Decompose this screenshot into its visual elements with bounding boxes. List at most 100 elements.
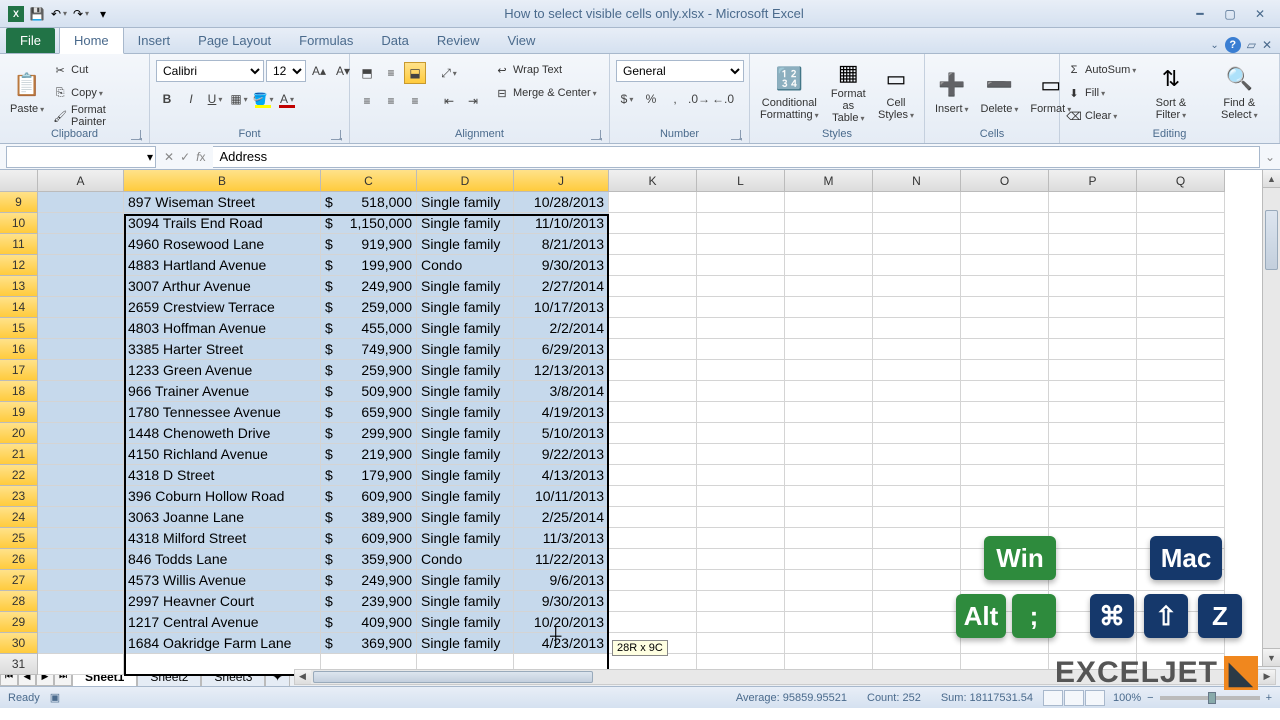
cell[interactable] xyxy=(38,276,124,297)
zoom-knob[interactable] xyxy=(1208,692,1216,704)
save-button[interactable]: 💾 xyxy=(28,5,46,23)
cell[interactable] xyxy=(785,570,873,591)
cell[interactable] xyxy=(697,255,785,276)
row-header-14[interactable]: 14 xyxy=(0,297,38,318)
cell[interactable] xyxy=(609,276,697,297)
row-header-30[interactable]: 30 xyxy=(0,633,38,654)
cell[interactable] xyxy=(609,234,697,255)
format-painter-button[interactable]: 🖌Format Painter xyxy=(52,106,143,126)
name-box[interactable]: ▾ xyxy=(6,146,156,168)
cell[interactable] xyxy=(873,528,961,549)
cell[interactable] xyxy=(609,570,697,591)
cell[interactable]: 249,900 xyxy=(321,276,417,297)
cell[interactable]: 389,900 xyxy=(321,507,417,528)
cell[interactable] xyxy=(961,444,1049,465)
cell[interactable]: 659,900 xyxy=(321,402,417,423)
col-header-D[interactable]: D xyxy=(417,170,514,192)
cell[interactable] xyxy=(1137,444,1225,465)
merge-center-button[interactable]: ⊟Merge & Center xyxy=(494,83,597,103)
cell[interactable]: 897 Wiseman Street xyxy=(124,192,321,213)
cell[interactable]: Single family xyxy=(417,234,514,255)
cell[interactable] xyxy=(609,507,697,528)
fx-icon[interactable]: fx xyxy=(196,150,205,164)
cell[interactable] xyxy=(873,486,961,507)
redo-button[interactable]: ↷ xyxy=(72,5,90,23)
cell[interactable]: Single family xyxy=(417,444,514,465)
delete-cells-button[interactable]: ➖Delete xyxy=(977,58,1023,126)
cell[interactable] xyxy=(961,318,1049,339)
tab-file[interactable]: File xyxy=(6,28,55,53)
cell[interactable] xyxy=(873,318,961,339)
underline-button[interactable]: U xyxy=(204,88,226,110)
comma-button[interactable]: , xyxy=(664,88,686,110)
macro-record-icon[interactable]: ▣ xyxy=(50,691,60,704)
select-all-corner[interactable] xyxy=(0,170,38,192)
cell[interactable]: Single family xyxy=(417,486,514,507)
row-header-25[interactable]: 25 xyxy=(0,528,38,549)
row-header-28[interactable]: 28 xyxy=(0,591,38,612)
cell[interactable] xyxy=(873,360,961,381)
cell[interactable]: 1,150,000 xyxy=(321,213,417,234)
cell[interactable] xyxy=(961,276,1049,297)
cell[interactable]: Single family xyxy=(417,465,514,486)
cell[interactable] xyxy=(697,360,785,381)
cell[interactable] xyxy=(609,318,697,339)
cell[interactable] xyxy=(609,486,697,507)
undo-button[interactable]: ↶ xyxy=(50,5,68,23)
row-header-12[interactable]: 12 xyxy=(0,255,38,276)
cell[interactable]: 179,900 xyxy=(321,465,417,486)
cell[interactable] xyxy=(785,255,873,276)
cell[interactable] xyxy=(873,444,961,465)
vertical-scrollbar[interactable]: ▲ ▼ xyxy=(1262,170,1280,666)
cell[interactable] xyxy=(961,213,1049,234)
cell[interactable]: 249,900 xyxy=(321,570,417,591)
tab-formulas[interactable]: Formulas xyxy=(285,28,367,53)
cell[interactable]: 11/10/2013 xyxy=(514,213,609,234)
cell[interactable]: 10/20/2013 xyxy=(514,612,609,633)
cell[interactable] xyxy=(873,213,961,234)
cell[interactable] xyxy=(873,465,961,486)
col-header-O[interactable]: O xyxy=(961,170,1049,192)
cell[interactable] xyxy=(1049,444,1137,465)
align-bottom-button[interactable]: ⬓ xyxy=(404,62,426,84)
hscroll-thumb[interactable] xyxy=(313,671,593,683)
column-headers[interactable]: ABCDJKLMNOPQ xyxy=(38,170,1225,192)
cell[interactable]: 3063 Joanne Lane xyxy=(124,507,321,528)
row-header-23[interactable]: 23 xyxy=(0,486,38,507)
row-headers[interactable]: 9101112131415161718192021222324252627282… xyxy=(0,192,38,675)
cell[interactable]: 8/21/2013 xyxy=(514,234,609,255)
fill-color-button[interactable]: 🪣 xyxy=(252,88,274,110)
cell[interactable] xyxy=(873,381,961,402)
col-header-M[interactable]: M xyxy=(785,170,873,192)
cell[interactable]: Single family xyxy=(417,612,514,633)
cell[interactable] xyxy=(873,633,961,654)
row-header-16[interactable]: 16 xyxy=(0,339,38,360)
find-select-button[interactable]: 🔍Find & Select xyxy=(1206,58,1273,126)
cell[interactable] xyxy=(1049,192,1137,213)
cell[interactable] xyxy=(961,255,1049,276)
row-header-21[interactable]: 21 xyxy=(0,444,38,465)
cell[interactable] xyxy=(697,486,785,507)
number-dialog-launcher[interactable] xyxy=(731,130,741,140)
cell[interactable] xyxy=(785,213,873,234)
currency-button[interactable]: $ xyxy=(616,88,638,110)
cell[interactable]: 359,900 xyxy=(321,549,417,570)
cancel-formula-icon[interactable]: ✕ xyxy=(164,150,174,164)
cell[interactable] xyxy=(609,360,697,381)
cell[interactable]: 11/22/2013 xyxy=(514,549,609,570)
cell[interactable] xyxy=(1049,528,1137,549)
cell[interactable] xyxy=(1137,402,1225,423)
row-header-31[interactable]: 31 xyxy=(0,654,38,675)
cell[interactable] xyxy=(785,486,873,507)
cell[interactable] xyxy=(697,213,785,234)
cell[interactable] xyxy=(1137,297,1225,318)
cell[interactable] xyxy=(38,255,124,276)
font-color-button[interactable]: A xyxy=(276,88,298,110)
increase-indent-button[interactable]: ⇥ xyxy=(462,90,484,112)
cell[interactable]: 259,000 xyxy=(321,297,417,318)
cell[interactable]: 396 Coburn Hollow Road xyxy=(124,486,321,507)
cell[interactable] xyxy=(785,360,873,381)
tab-view[interactable]: View xyxy=(493,28,549,53)
cell[interactable] xyxy=(609,402,697,423)
cell[interactable]: 509,900 xyxy=(321,381,417,402)
